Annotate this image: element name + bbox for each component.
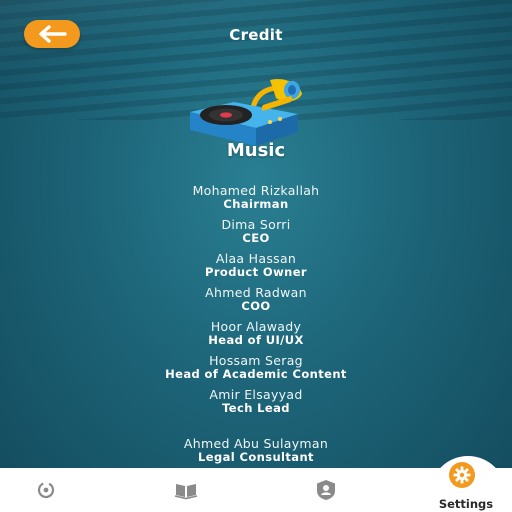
credit-name: Ahmed Radwan [205, 285, 307, 300]
credit-item: Hoor Alawady Head of UI/UX [0, 320, 512, 347]
page-title: Credit [229, 26, 283, 44]
credit-item: Ahmed Radwan COO [0, 286, 512, 313]
nav-item-settings[interactable] [449, 462, 475, 488]
credit-name: Dima Sorri [221, 217, 291, 232]
book-icon [174, 484, 198, 500]
credit-role: Head of Academic Content [165, 367, 347, 381]
credit-role: COO [241, 299, 271, 313]
credit-item: Mohamed Rizkallah Chairman [0, 184, 512, 211]
credit-name: Ahmed Abu Sulayman [183, 436, 329, 451]
credit-name: Alaa Hassan [215, 251, 297, 266]
profile-icon [317, 480, 335, 500]
credit-name: Hossam Serag [209, 353, 303, 368]
credit-item: Ahmed Abu Sulayman Legal Consultant [0, 437, 512, 464]
credit-role: Head of UI/UX [208, 333, 304, 347]
progress-icon [37, 481, 55, 499]
credit-role: Chairman [223, 197, 289, 211]
nav-item-library[interactable] [168, 468, 204, 512]
nav-item-profile[interactable] [308, 468, 344, 512]
credit-item: Hossam Serag Head of Academic Content [0, 354, 512, 381]
credit-item: Amir Elsayyad Tech Lead [0, 388, 512, 415]
bottom-navbar: Settings [0, 456, 512, 512]
credit-item: Dima Sorri CEO [0, 218, 512, 245]
credit-name: Hoor Alawady [210, 319, 302, 334]
credit-role: CEO [242, 231, 270, 245]
section-title: Music [226, 140, 286, 161]
credit-role: Tech Lead [222, 401, 290, 415]
credit-role: Legal Consultant [198, 450, 314, 464]
credit-name: Mohamed Rizkallah [192, 183, 320, 198]
credits-list: Mohamed Rizkallah Chairman Dima Sorri CE… [0, 184, 512, 471]
nav-label-settings[interactable]: Settings [422, 497, 510, 511]
credit-role: Product Owner [205, 265, 307, 279]
credit-item: Alaa Hassan Product Owner [0, 252, 512, 279]
gear-icon [453, 466, 471, 484]
credit-name: Amir Elsayyad [209, 387, 303, 402]
nav-item-progress[interactable] [28, 468, 64, 512]
